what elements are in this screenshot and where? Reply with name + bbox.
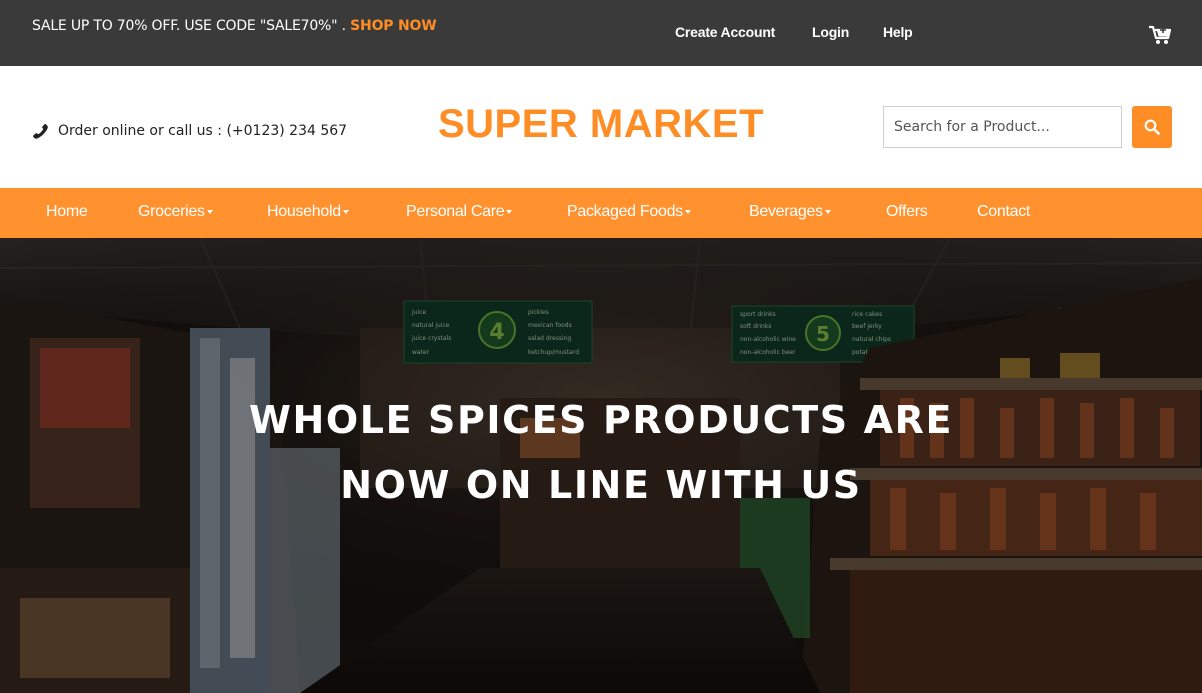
hero-banner: 4 juice natural juice juice crystals water …	[0, 238, 1202, 693]
top-bar: SALE UP TO 70% OFF. USE CODE "SALE70%" .…	[0, 0, 1202, 66]
search-button[interactable]	[1132, 106, 1172, 148]
nav-groceries-label: Groceries	[138, 203, 205, 220]
caret-down-icon	[206, 209, 213, 214]
nav-home-label: Home	[46, 203, 88, 220]
search-input[interactable]	[883, 106, 1122, 148]
search-icon	[1144, 119, 1160, 135]
shop-now-link[interactable]: SHOP NOW	[350, 18, 436, 34]
hero-headline-line1: WHOLE SPICES PRODUCTS ARE	[248, 398, 954, 442]
shopping-cart-icon[interactable]	[1148, 24, 1172, 46]
caret-down-icon	[824, 209, 831, 214]
caret-down-icon	[684, 209, 691, 214]
nav-packaged-foods-label: Packaged Foods	[567, 203, 683, 220]
nav-contact-label: Contact	[977, 203, 1031, 220]
nav-offers-label: Offers	[886, 203, 928, 220]
nav-household[interactable]: Household	[267, 203, 349, 221]
help-link[interactable]: Help	[883, 24, 913, 40]
nav-offers[interactable]: Offers	[886, 203, 928, 221]
site-header: Order online or call us : (+0123) 234 56…	[0, 66, 1202, 188]
nav-personal-care[interactable]: Personal Care	[406, 203, 513, 221]
caret-down-icon	[506, 209, 513, 214]
nav-packaged-foods[interactable]: Packaged Foods	[567, 203, 691, 221]
nav-home[interactable]: Home	[46, 203, 88, 221]
promo-text: SALE UP TO 70% OFF. USE CODE "SALE70%" .	[32, 18, 346, 34]
nav-contact[interactable]: Contact	[977, 203, 1030, 221]
nav-personal-care-label: Personal Care	[406, 203, 505, 220]
nav-beverages[interactable]: Beverages	[749, 203, 831, 221]
nav-groceries[interactable]: Groceries	[138, 203, 213, 221]
caret-down-icon	[342, 209, 349, 214]
nav-beverages-label: Beverages	[749, 203, 823, 220]
login-link[interactable]: Login	[812, 24, 849, 40]
main-nav: Home Groceries Household Personal Care P…	[0, 188, 1202, 238]
create-account-link[interactable]: Create Account	[675, 24, 775, 40]
promo-banner: SALE UP TO 70% OFF. USE CODE "SALE70%" .…	[32, 18, 437, 34]
hero-headline-line2: NOW ON LINE WITH US	[340, 463, 862, 507]
nav-household-label: Household	[267, 203, 341, 220]
